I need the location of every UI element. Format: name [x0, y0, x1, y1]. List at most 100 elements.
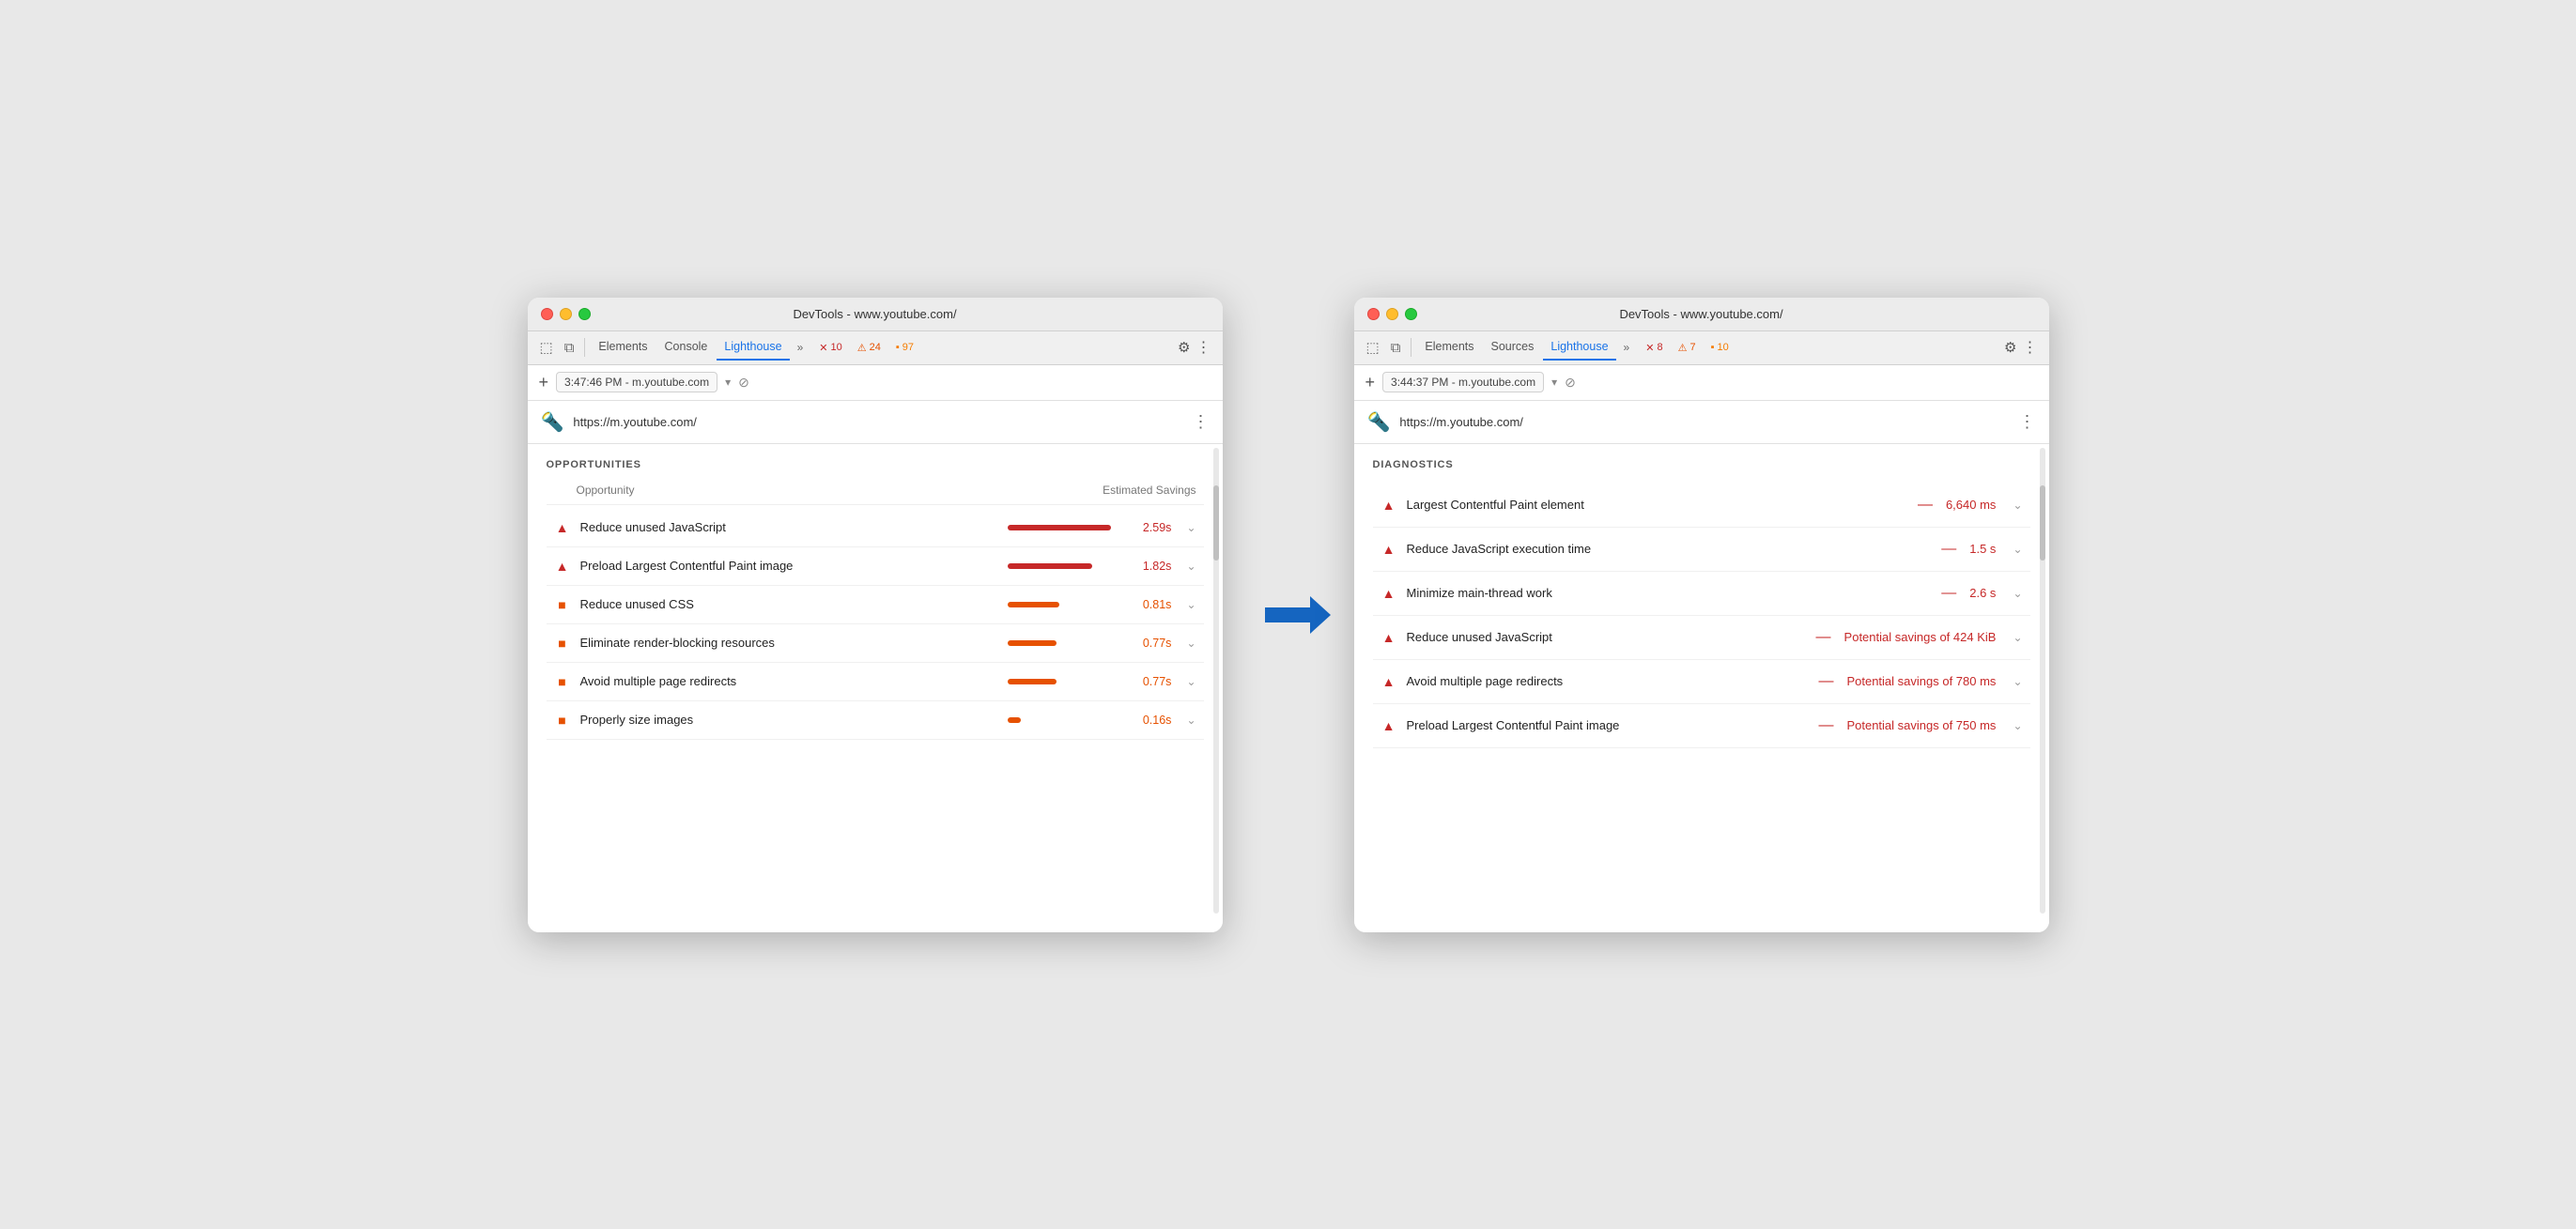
diagnostic-row[interactable]: ▲ Reduce JavaScript execution time — 1.5… [1373, 528, 2030, 572]
diagnostic-row[interactable]: ▲ Minimize main-thread work — 2.6 s ⌄ [1373, 572, 2030, 616]
diag-warning-icon: ▲ [1381, 498, 1397, 513]
right-warning-icon: ⚠ [1678, 342, 1688, 354]
left-layers-icon[interactable]: ⧉ [560, 340, 579, 356]
left-more-options-icon[interactable]: ⋮ [1193, 338, 1215, 357]
diag-expand-chevron[interactable]: ⌄ [2013, 631, 2022, 644]
left-minimize-button[interactable] [560, 308, 572, 320]
opp-expand-chevron[interactable]: ⌄ [1186, 637, 1195, 650]
right-add-icon[interactable]: + [1365, 373, 1376, 392]
left-badge-errors: ✕ 10 [814, 341, 846, 355]
opp-expand-chevron[interactable]: ⌄ [1186, 598, 1195, 611]
right-devtools-window: DevTools - www.youtube.com/ ⬚ ⧉ Elements… [1354, 298, 2049, 932]
right-close-button[interactable] [1367, 308, 1380, 320]
right-tab-lighthouse[interactable]: Lighthouse [1543, 334, 1615, 361]
blue-arrow-wrapper [1265, 607, 1312, 622]
opp-bar-container [1008, 525, 1120, 530]
left-tab-separator [584, 338, 585, 357]
left-add-icon[interactable]: + [539, 373, 549, 392]
opp-warning-icon: ▲ [554, 520, 571, 535]
left-dropdown-arrow[interactable]: ▾ [725, 376, 731, 389]
opp-saving-value: 0.81s [1130, 598, 1171, 611]
diagnostic-row[interactable]: ▲ Preload Largest Contentful Paint image… [1373, 704, 2030, 748]
right-content: DIAGNOSTICS ▲ Largest Contentful Paint e… [1354, 444, 2049, 932]
diag-name: Preload Largest Contentful Paint image [1407, 718, 1806, 732]
right-tab-sources[interactable]: Sources [1484, 334, 1542, 361]
right-timestamp-display: 3:44:37 PM - m.youtube.com [1382, 372, 1544, 392]
diag-expand-chevron[interactable]: ⌄ [2013, 675, 2022, 688]
left-lh-header: 🔦 https://m.youtube.com/ ⋮ [528, 401, 1223, 444]
diag-value: Potential savings of 780 ms [1846, 674, 1996, 688]
diag-value: 6,640 ms [1946, 498, 1996, 512]
right-dropdown-arrow[interactable]: ▾ [1551, 376, 1557, 389]
diag-expand-chevron[interactable]: ⌄ [2013, 719, 2022, 732]
left-lh-menu-icon[interactable]: ⋮ [1193, 412, 1210, 432]
diag-name: Avoid multiple page redirects [1407, 674, 1806, 688]
right-badge-warnings: ⚠ 7 [1674, 341, 1701, 355]
left-opportunities-list: ▲ Reduce unused JavaScript 2.59s ⌄ ▲ Pre… [547, 509, 1204, 740]
opportunity-row[interactable]: ■ Reduce unused CSS 0.81s ⌄ [547, 586, 1204, 624]
left-settings-icon[interactable]: ⚙ [1178, 339, 1190, 356]
diag-warning-icon: ▲ [1381, 630, 1397, 645]
opp-expand-chevron[interactable]: ⌄ [1186, 560, 1195, 573]
opp-expand-chevron[interactable]: ⌄ [1186, 675, 1195, 688]
diag-name: Minimize main-thread work [1407, 586, 1929, 600]
left-tab-lighthouse[interactable]: Lighthouse [717, 334, 789, 361]
opportunity-row[interactable]: ■ Properly size images 0.16s ⌄ [547, 701, 1204, 740]
left-close-button[interactable] [541, 308, 553, 320]
diagnostic-row[interactable]: ▲ Largest Contentful Paint element — 6,6… [1373, 484, 2030, 528]
right-more-options-icon[interactable]: ⋮ [2019, 338, 2042, 357]
opp-saving-value: 2.59s [1130, 521, 1171, 534]
right-maximize-button[interactable] [1405, 308, 1417, 320]
left-cursor-icon[interactable]: ⬚ [535, 339, 558, 356]
opportunity-row[interactable]: ■ Eliminate render-blocking resources 0.… [547, 624, 1204, 663]
right-cursor-icon[interactable]: ⬚ [1362, 339, 1384, 356]
opp-name: Reduce unused JavaScript [580, 520, 999, 534]
diagnostic-row[interactable]: ▲ Reduce unused JavaScript — Potential s… [1373, 616, 2030, 660]
diag-expand-chevron[interactable]: ⌄ [2013, 587, 2022, 600]
right-tab-elements[interactable]: Elements [1417, 334, 1481, 361]
left-lh-url: https://m.youtube.com/ [573, 415, 1182, 429]
left-tab-more[interactable]: » [792, 337, 810, 358]
opp-warning-icon: ■ [554, 713, 571, 728]
left-scrollbar-track[interactable] [1213, 448, 1219, 914]
left-scrollbar-thumb[interactable] [1213, 485, 1219, 561]
right-lh-header: 🔦 https://m.youtube.com/ ⋮ [1354, 401, 2049, 444]
right-lh-menu-icon[interactable]: ⋮ [2019, 412, 2036, 432]
left-col-savings: Estimated Savings [1103, 484, 1195, 497]
opp-expand-chevron[interactable]: ⌄ [1186, 521, 1195, 534]
left-info-icon: ▪ [896, 342, 900, 353]
right-scrollbar-track[interactable] [2040, 448, 2045, 914]
right-badge-info: ▪ 10 [1706, 341, 1734, 354]
right-block-icon[interactable]: ⊘ [1565, 375, 1576, 391]
left-badge-info: ▪ 97 [891, 341, 918, 354]
diag-expand-chevron[interactable]: ⌄ [2013, 543, 2022, 556]
right-layers-icon[interactable]: ⧉ [1386, 340, 1406, 356]
right-scrollbar-thumb[interactable] [2040, 485, 2045, 561]
diag-expand-chevron[interactable]: ⌄ [2013, 499, 2022, 512]
opportunity-row[interactable]: ■ Avoid multiple page redirects 0.77s ⌄ [547, 663, 1204, 701]
left-col-opportunity: Opportunity [577, 484, 635, 497]
diag-dash: — [1918, 497, 1933, 514]
right-settings-icon[interactable]: ⚙ [2004, 339, 2016, 356]
opp-expand-chevron[interactable]: ⌄ [1186, 714, 1195, 727]
opp-savings-bar [1008, 525, 1111, 530]
left-tab-console[interactable]: Console [657, 334, 716, 361]
right-title-bar: DevTools - www.youtube.com/ [1354, 298, 2049, 331]
opp-name: Avoid multiple page redirects [580, 674, 999, 688]
opp-saving-value: 0.77s [1130, 675, 1171, 688]
opportunity-row[interactable]: ▲ Preload Largest Contentful Paint image… [547, 547, 1204, 586]
opp-savings-bar [1008, 717, 1021, 723]
right-minimize-button[interactable] [1386, 308, 1398, 320]
diag-name: Reduce unused JavaScript [1407, 630, 1803, 644]
opportunity-row[interactable]: ▲ Reduce unused JavaScript 2.59s ⌄ [547, 509, 1204, 547]
left-content: OPPORTUNITIES Opportunity Estimated Savi… [528, 444, 1223, 932]
left-maximize-button[interactable] [578, 308, 591, 320]
left-badge-warnings: ⚠ 24 [853, 341, 886, 355]
opp-saving-value: 0.16s [1130, 714, 1171, 727]
left-tab-elements[interactable]: Elements [591, 334, 655, 361]
left-block-icon[interactable]: ⊘ [738, 375, 749, 391]
opp-warning-icon: ■ [554, 597, 571, 612]
right-tab-more[interactable]: » [1618, 337, 1636, 358]
opp-bar-container [1008, 640, 1120, 646]
diagnostic-row[interactable]: ▲ Avoid multiple page redirects — Potent… [1373, 660, 2030, 704]
